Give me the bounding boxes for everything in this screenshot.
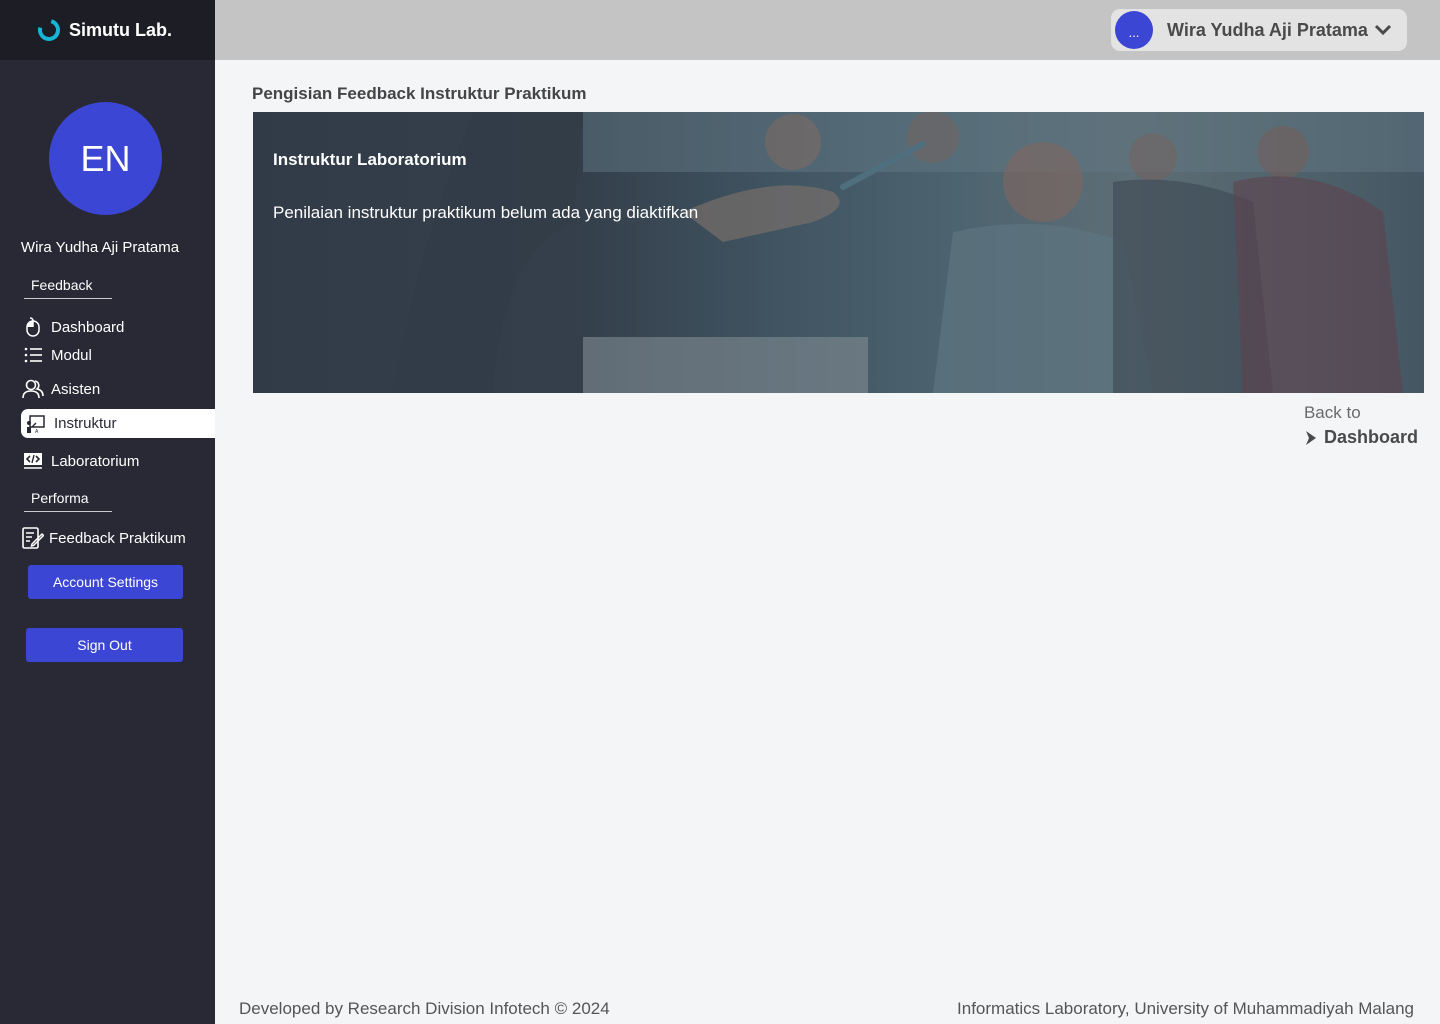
- user-avatar: ...: [1115, 11, 1153, 49]
- sidebar-item-label: Instruktur: [54, 415, 117, 432]
- sidebar-item-label: Modul: [51, 346, 92, 364]
- brand-logo-icon: [33, 14, 65, 46]
- instruktur-banner: Instruktur Laboratorium Penilaian instru…: [253, 112, 1424, 393]
- sidebar-user-name: Wira Yudha Aji Pratama: [20, 239, 180, 256]
- banner-title: Instruktur Laboratorium: [273, 150, 467, 169]
- footer-institution: Informatics Laboratory, University of Mu…: [957, 999, 1414, 1018]
- sidebar-item-instruktur[interactable]: A Instruktur: [21, 409, 215, 438]
- sidebar-item-label: Laboratorium: [51, 452, 140, 470]
- sidebar-item-dashboard[interactable]: Dashboard: [22, 314, 124, 340]
- back-label: Back to: [1303, 403, 1361, 422]
- avatar: EN: [49, 102, 162, 215]
- chevron-down-icon: [1374, 23, 1392, 41]
- chevron-right-icon: [1305, 430, 1316, 445]
- brand-name: Simutu Lab.: [69, 19, 172, 40]
- banner-message: Penilaian instruktur praktikum belum ada…: [273, 203, 699, 222]
- brand-bar[interactable]: Simutu Lab.: [0, 0, 215, 60]
- sidebar-item-label: Dashboard: [51, 318, 125, 336]
- section-label-feedback: Feedback: [24, 277, 112, 299]
- sign-out-button[interactable]: Sign Out: [26, 628, 183, 662]
- code-window-icon: [22, 450, 44, 472]
- presentation-icon: A: [25, 413, 47, 435]
- sidebar-item-label: Feedback Praktikum: [49, 529, 186, 547]
- sidebar-item-label: Asisten: [51, 380, 101, 398]
- page-title: Pengisian Feedback Instruktur Praktikum: [252, 84, 587, 103]
- sidebar: Simutu Lab. EN Wira Yudha Aji Pratama Fe…: [0, 0, 215, 1024]
- section-label-performa: Performa: [24, 490, 112, 512]
- back-to-dashboard-link[interactable]: Dashboard: [1304, 427, 1418, 448]
- sidebar-item-modul[interactable]: Modul: [22, 342, 92, 368]
- users-icon: [22, 378, 44, 400]
- footer-credit: Developed by Research Division Infotech …: [239, 999, 610, 1018]
- account-settings-button[interactable]: Account Settings: [28, 565, 183, 599]
- topbar: ... Wira Yudha Aji Pratama: [215, 0, 1440, 60]
- user-menu[interactable]: ... Wira Yudha Aji Pratama: [1111, 9, 1407, 51]
- svg-text:A: A: [35, 429, 39, 434]
- user-menu-name: Wira Yudha Aji Pratama: [1167, 19, 1368, 40]
- sidebar-item-laboratorium[interactable]: Laboratorium: [22, 448, 139, 474]
- list-icon: [22, 344, 44, 366]
- sidebar-item-feedback-praktikum[interactable]: Feedback Praktikum: [22, 525, 186, 551]
- edit-document-icon: [22, 527, 44, 549]
- mouse-pointer-icon: [22, 316, 44, 338]
- back-link-label: Dashboard: [1323, 427, 1418, 447]
- sidebar-item-asisten[interactable]: Asisten: [22, 376, 100, 402]
- back-navigation: Back to Dashboard: [1304, 403, 1418, 448]
